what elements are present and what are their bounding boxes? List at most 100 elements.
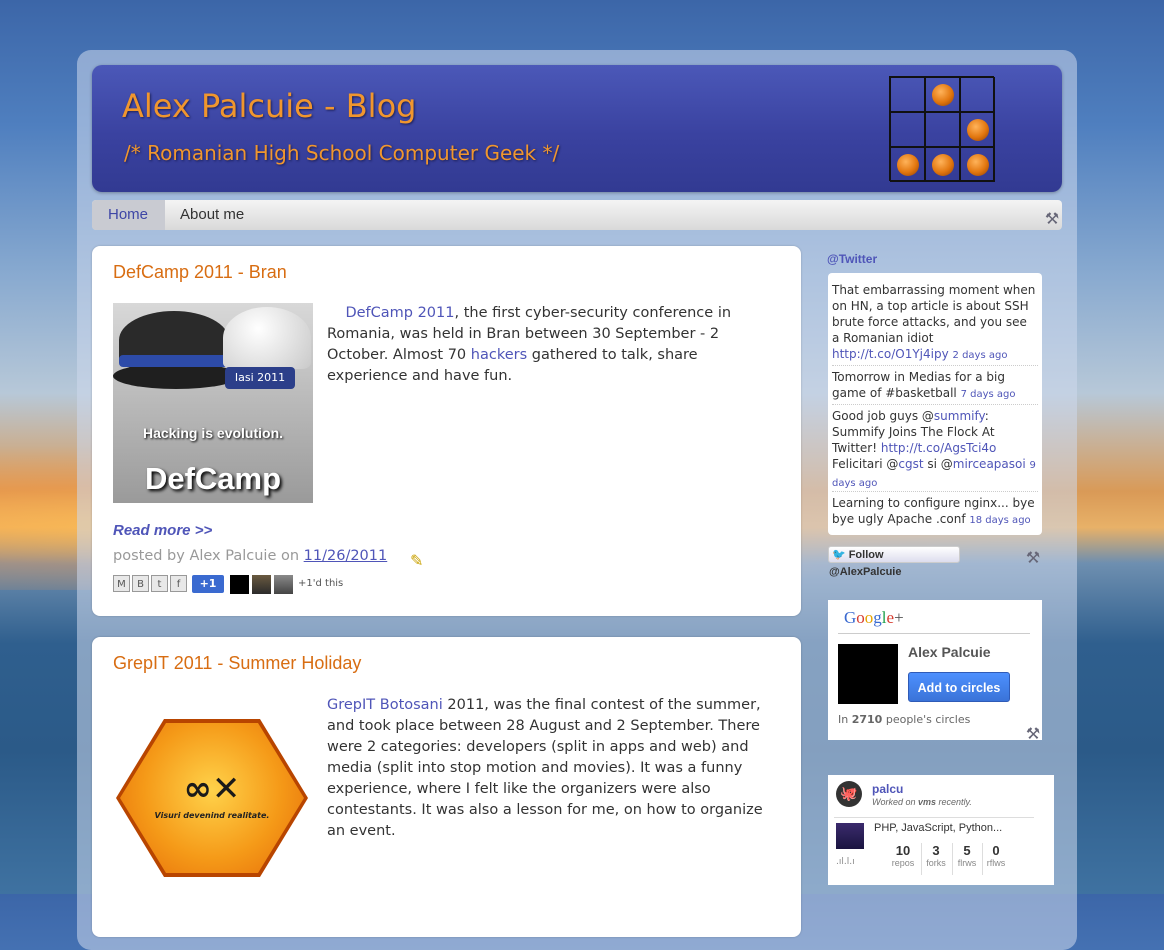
github-username[interactable]: palcu: [872, 782, 903, 796]
tweet-item: Learning to configure nginx... bye bye u…: [832, 495, 1038, 529]
posted-by-text: posted by Alex Palcuie on: [113, 548, 304, 564]
circles-count: 2710: [851, 713, 883, 726]
add-to-circles-button[interactable]: Add to circles: [908, 672, 1010, 702]
gplus-circles-text: In 2710 people's circles: [838, 713, 970, 726]
gplus-name[interactable]: Alex Palcuie: [908, 644, 991, 660]
github-stat-following[interactable]: 0 rflws: [981, 843, 1011, 868]
twitter-bird-icon: 🐦: [832, 549, 846, 561]
stat-label: repos: [891, 858, 915, 868]
glider-cell: [960, 112, 995, 147]
hackers-link[interactable]: hackers: [471, 347, 527, 363]
glider-cell: [925, 147, 960, 182]
edit-pencil-icon[interactable]: ✎: [410, 551, 423, 570]
tweet-time[interactable]: 7 days ago: [961, 389, 1016, 400]
post-body: GrepIT Botosani 2011, was the final cont…: [327, 695, 777, 842]
tweet-text: That embarrassing moment when on HN, a t…: [832, 283, 1036, 345]
glider-cell: [890, 112, 925, 147]
tweet-mention[interactable]: mirceapasoi: [953, 457, 1026, 471]
post-body: DefCamp 2011, the first cyber-security c…: [327, 303, 777, 387]
glider-dot: [896, 153, 919, 176]
tweet-text: Felicitari @: [832, 457, 899, 471]
tweet-time[interactable]: 18 days ago: [969, 515, 1030, 526]
post-title[interactable]: DefCamp 2011 - Bran: [113, 262, 287, 283]
blogger-share-icon[interactable]: B: [132, 575, 149, 592]
nav-item-about[interactable]: About me: [164, 200, 260, 230]
glider-dot: [966, 118, 989, 141]
octocat-icon: 🐙: [836, 781, 862, 807]
stat-value: 0: [992, 843, 1000, 858]
post-card: GrepIT 2011 - Summer Holiday ∞✕ Visuri d…: [92, 637, 801, 937]
twitter-heading[interactable]: @Twitter: [827, 252, 877, 266]
tweet-mention[interactable]: summify: [934, 409, 985, 423]
tweet-link[interactable]: http://t.co/O1Yj4ipy: [832, 347, 949, 361]
follow-button[interactable]: 🐦 Follow @AlexPalcuie: [828, 546, 960, 578]
tweet-item: That embarrassing moment when on HN, a t…: [832, 282, 1038, 364]
gplus-badge: Google+ Alex Palcuie Add to circles In 2…: [828, 600, 1042, 740]
tweet-divider: [832, 404, 1038, 405]
image-year: Iasi 2011: [225, 367, 295, 389]
apple-logo-icon[interactable]: [838, 644, 898, 704]
blog-title[interactable]: Alex Palcuie - Blog: [122, 87, 416, 125]
hat-band-shape: [119, 355, 231, 367]
grepit-logo-mark: ∞✕: [183, 769, 241, 809]
image-logo: DefCamp: [144, 461, 282, 496]
post-footer: posted by Alex Palcuie on 11/26/2011: [113, 548, 387, 564]
tweet-mention[interactable]: cgst: [898, 457, 923, 471]
stat-value: 10: [895, 843, 911, 858]
stat-value: 5: [963, 843, 971, 858]
stat-value: 3: [932, 843, 940, 858]
plusone-avatar[interactable]: [274, 575, 293, 594]
tweet-link[interactable]: http://t.co/AgsTci4o: [881, 441, 997, 455]
stat-label: rflws: [986, 858, 1006, 868]
worked-suffix: recently.: [936, 797, 972, 807]
github-worked-on: Worked on vms recently.: [872, 797, 972, 807]
defcamp-link[interactable]: DefCamp 2011: [345, 305, 454, 321]
tweet-divider: [832, 491, 1038, 492]
plusone-button[interactable]: +1: [192, 575, 224, 593]
wrench-icon[interactable]: ⚒: [1024, 725, 1042, 743]
tweet-divider: [832, 365, 1038, 366]
glider-dot: [966, 153, 989, 176]
email-share-icon[interactable]: M: [113, 575, 130, 592]
glider-cell: [925, 77, 960, 112]
google-plus-logo[interactable]: Google+: [844, 608, 904, 628]
github-languages: PHP, JavaScript, Python...: [874, 822, 1003, 834]
glider-dot: [931, 83, 954, 106]
github-avatar[interactable]: [836, 823, 864, 849]
github-stat-followers[interactable]: 5 flrws: [952, 843, 982, 868]
glider-cell: [925, 112, 960, 147]
facebook-share-icon[interactable]: f: [170, 575, 187, 592]
post-text: 2011, was the final contest of the summe…: [327, 697, 763, 839]
read-more-link[interactable]: Read more >>: [113, 522, 212, 539]
wrench-icon[interactable]: ⚒: [1024, 549, 1042, 567]
tweet-time[interactable]: 2 days ago: [953, 350, 1008, 361]
tweet-text: si @: [923, 457, 953, 471]
divider: [838, 633, 1030, 634]
divider: [834, 817, 1034, 818]
glider-cell: [960, 77, 995, 112]
circles-suffix: people's circles: [882, 713, 971, 726]
tweet-text: Good job guys @: [832, 409, 934, 423]
tweet-item: Tomorrow in Medias for a big game of #ba…: [832, 369, 1038, 403]
worked-prefix: Worked on: [872, 797, 919, 807]
nav-bar: Home About me: [92, 200, 1062, 230]
post-date-link[interactable]: 11/26/2011: [304, 548, 388, 564]
grepit-link[interactable]: GrepIT Botosani: [327, 697, 443, 713]
plusone-avatar[interactable]: [230, 575, 249, 594]
glider-dot: [931, 153, 954, 176]
github-stat-repos[interactable]: 10 repos: [888, 843, 918, 868]
wrench-icon[interactable]: ⚒: [1043, 210, 1061, 228]
github-stat-forks[interactable]: 3 forks: [921, 843, 951, 868]
github-badge: 🐙 palcu Worked on vms recently. PHP, Jav…: [828, 775, 1054, 885]
glider-logo: [889, 76, 995, 182]
plusone-avatar[interactable]: [252, 575, 271, 594]
post-title[interactable]: GrepIT 2011 - Summer Holiday: [113, 653, 361, 674]
tweet-item: Good job guys @summify: Summify Joins Th…: [832, 408, 1038, 492]
blog-description: /* Romanian High School Computer Geek */: [124, 141, 560, 165]
stat-label: forks: [926, 858, 946, 868]
defcamp-image[interactable]: Iasi 2011 Hacking is evolution. DefCamp: [113, 303, 313, 503]
dome-shape: [223, 307, 311, 369]
github-repo-link[interactable]: vms: [918, 797, 936, 807]
twitter-share-icon[interactable]: t: [151, 575, 168, 592]
nav-item-home[interactable]: Home: [92, 200, 165, 230]
